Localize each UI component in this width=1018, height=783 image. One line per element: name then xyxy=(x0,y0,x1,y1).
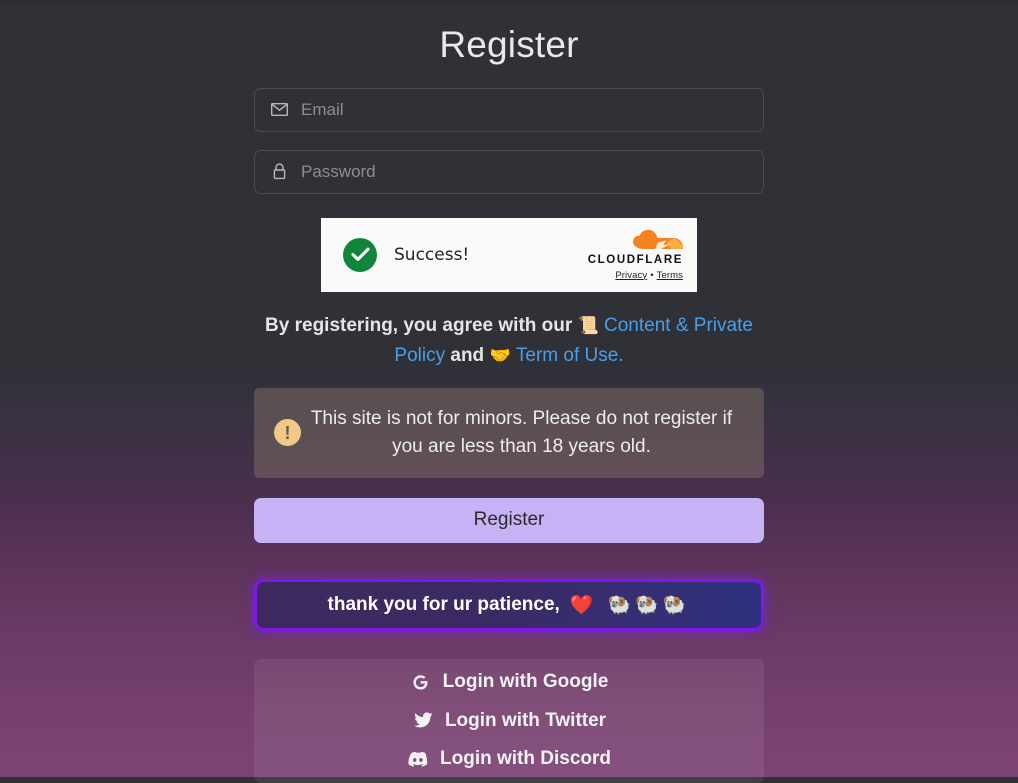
announcement-banner[interactable]: thank you for ur patience, ❤️ 🐏🐏🐏 xyxy=(254,578,764,631)
captcha-privacy-link[interactable]: Privacy xyxy=(615,270,647,281)
age-warning-text: This site is not for minors. Please do n… xyxy=(310,407,733,457)
heart-icon: ❤️ xyxy=(569,594,598,617)
lock-icon xyxy=(269,162,289,182)
age-warning-box: ! This site is not for minors. Please do… xyxy=(254,387,764,478)
captcha-link-separator: • xyxy=(650,269,654,281)
login-with-twitter-button[interactable]: Login with Twitter xyxy=(254,701,764,740)
handshake-icon: 🤝 xyxy=(489,345,511,366)
social-label: Login with Google xyxy=(442,671,609,693)
captcha-wrapper: Success! CLOUDFLARE Privacy • Terms xyxy=(254,217,764,292)
cloudflare-brand: CLOUDFLARE Privacy • Terms xyxy=(588,229,683,281)
twitter-icon xyxy=(412,710,434,732)
terms-conjunction: and xyxy=(450,344,485,366)
terms-lead-text: By registering, you agree with our xyxy=(265,314,573,336)
cloudflare-wordmark: CLOUDFLARE xyxy=(587,253,683,266)
register-button[interactable]: Register xyxy=(254,497,764,543)
register-form-column: Register Email Success! CLOUDFLARE Priva… xyxy=(254,0,764,783)
scroll-document-icon: 📜 xyxy=(577,315,599,336)
discord-icon xyxy=(407,748,429,770)
green-check-circle-icon xyxy=(343,237,377,272)
login-with-discord-button[interactable]: Login with Discord xyxy=(254,740,764,779)
social-login-panel: Login with Google Login with Twitter Log… xyxy=(254,658,764,783)
terms-agreement-text: By registering, you agree with our 📜 Con… xyxy=(254,311,764,371)
login-with-google-button[interactable]: Login with Google xyxy=(254,663,764,702)
cloudflare-legal-links: Privacy • Terms xyxy=(615,270,683,281)
social-label: Login with Discord xyxy=(440,748,611,770)
captcha-status-label: Success! xyxy=(394,244,470,265)
exclamation-circle-icon: ! xyxy=(274,419,301,447)
envelope-icon xyxy=(269,100,289,120)
sheep-icons: 🐏🐏🐏 xyxy=(607,594,691,617)
password-input[interactable] xyxy=(301,161,749,182)
register-page: Register Email Success! CLOUDFLARE Priva… xyxy=(0,0,1018,783)
term-of-use-link[interactable]: Term of Use. xyxy=(516,345,624,366)
password-field-row[interactable] xyxy=(254,149,764,194)
captcha-terms-link[interactable]: Terms xyxy=(657,270,683,281)
google-icon xyxy=(410,671,432,693)
announcement-text: thank you for ur patience, xyxy=(327,593,560,615)
email-field-row[interactable] xyxy=(254,87,764,132)
cloudflare-turnstile-widget[interactable]: Success! CLOUDFLARE Privacy • Terms xyxy=(321,217,697,292)
cloudflare-cloud-icon xyxy=(631,229,685,255)
page-title: Register xyxy=(439,24,579,65)
social-label: Login with Twitter xyxy=(444,709,607,731)
email-input[interactable] xyxy=(301,99,749,120)
